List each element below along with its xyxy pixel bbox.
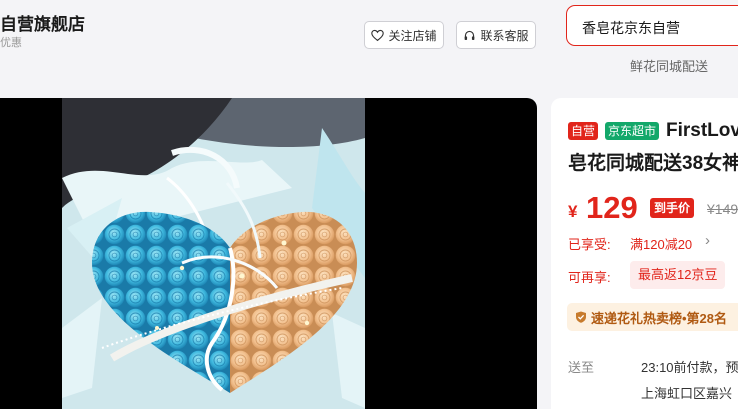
price-currency: ¥ bbox=[568, 202, 578, 221]
enjoyed-label: 已享受: bbox=[568, 237, 611, 252]
search-input[interactable]: 香皂花京东自营 bbox=[566, 5, 738, 46]
more-offers-label: 可再享: bbox=[568, 270, 611, 285]
rose-bouquet-image bbox=[62, 98, 365, 409]
heart-icon bbox=[371, 29, 385, 41]
product-title: FirstLov bbox=[666, 120, 738, 141]
headset-icon bbox=[465, 30, 475, 40]
product-info-panel: 自营 京东超市 FirstLov 皂花同城配送38女神 ¥ 129 到手价 ¥1… bbox=[551, 98, 738, 409]
contact-service-label: 联系客服 bbox=[480, 28, 529, 43]
price-value: 129 bbox=[586, 190, 638, 225]
product-photo[interactable] bbox=[62, 98, 365, 409]
final-price-badge: 到手价 bbox=[650, 198, 695, 218]
follow-store-button[interactable]: 关注店铺 bbox=[364, 21, 444, 49]
shield-icon bbox=[576, 311, 586, 323]
contact-service-button[interactable]: 联系客服 bbox=[456, 21, 536, 49]
jd-supermarket-tag[interactable]: 京东超市 bbox=[605, 122, 660, 140]
self-operated-tag: 自营 bbox=[568, 122, 599, 140]
delivery-time: 23:10前付款，预计 bbox=[641, 360, 738, 375]
chevron-right-icon[interactable]: › bbox=[705, 232, 710, 249]
delivery-address[interactable]: 上海虹口区嘉兴 bbox=[641, 383, 732, 402]
discount-value[interactable]: 满120减20 bbox=[630, 234, 692, 253]
product-title-line2: 皂花同城配送38女神 bbox=[568, 153, 738, 174]
store-subtitle: 优惠 bbox=[0, 37, 22, 49]
store-name[interactable]: 自营旗舰店 bbox=[0, 10, 85, 35]
ranking-strip[interactable]: 速递花礼热卖榜•第28名 bbox=[567, 303, 738, 331]
jd-bean-coupon[interactable]: 最高返12京豆 bbox=[630, 261, 726, 289]
hot-search-link[interactable]: 鲜花同城配送 bbox=[630, 56, 708, 75]
follow-store-label: 关注店铺 bbox=[388, 28, 437, 43]
product-gallery[interactable] bbox=[0, 98, 537, 409]
ranking-text: 速递花礼热卖榜•第28名 bbox=[591, 310, 728, 326]
original-price: ¥149 bbox=[707, 201, 738, 217]
deliver-to-label: 送至 bbox=[568, 360, 595, 375]
